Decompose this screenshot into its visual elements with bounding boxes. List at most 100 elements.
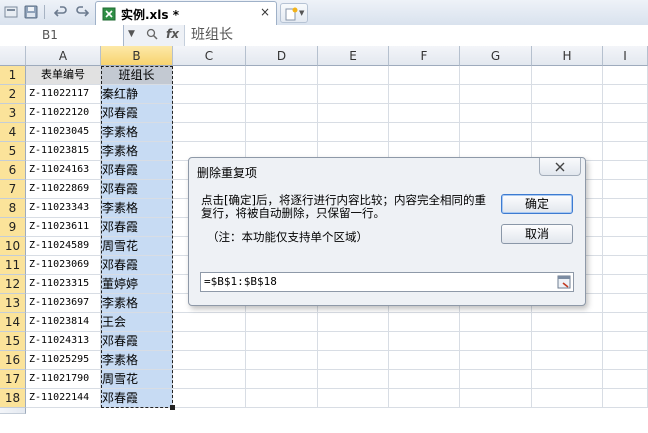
empty-cell[interactable]: [603, 104, 648, 123]
dialog-close-button[interactable]: [539, 158, 581, 176]
empty-cell[interactable]: [318, 85, 389, 104]
row-header[interactable]: 9: [0, 218, 26, 237]
cell-b[interactable]: 邓春霞: [101, 104, 173, 123]
empty-cell[interactable]: [603, 332, 648, 351]
cell-a[interactable]: Z-11023697: [26, 294, 101, 313]
close-icon[interactable]: ×: [260, 5, 270, 19]
cell-b[interactable]: 邓春霞: [101, 161, 173, 180]
cell-a[interactable]: Z-11022869: [26, 180, 101, 199]
empty-cell[interactable]: [318, 104, 389, 123]
empty-cell[interactable]: [318, 351, 389, 370]
empty-cell[interactable]: [603, 66, 648, 85]
cell-a[interactable]: Z-11024589: [26, 237, 101, 256]
row-header[interactable]: 6: [0, 161, 26, 180]
fill-handle[interactable]: [170, 405, 175, 410]
empty-cell[interactable]: [246, 123, 318, 142]
cell-b[interactable]: 班组长: [101, 66, 173, 85]
zoom-icon[interactable]: [146, 28, 158, 43]
cancel-button[interactable]: 取消: [501, 224, 573, 244]
empty-cell[interactable]: [603, 85, 648, 104]
cell-b[interactable]: 邓春霞: [101, 256, 173, 275]
cell-b[interactable]: 秦红静: [101, 85, 173, 104]
row-header[interactable]: 11: [0, 256, 26, 275]
cell-b[interactable]: 邓春霞: [101, 332, 173, 351]
empty-cell[interactable]: [603, 142, 648, 161]
cell-a[interactable]: Z-11022120: [26, 104, 101, 123]
empty-cell[interactable]: [246, 389, 318, 408]
empty-cell[interactable]: [246, 351, 318, 370]
select-all-corner[interactable]: [0, 46, 26, 66]
row-header[interactable]: 16: [0, 351, 26, 370]
cell-a[interactable]: Z-11023069: [26, 256, 101, 275]
row-header[interactable]: 8: [0, 199, 26, 218]
empty-cell[interactable]: [389, 313, 460, 332]
empty-cell[interactable]: [389, 104, 460, 123]
new-tab-button[interactable]: ▼: [280, 3, 308, 23]
empty-cell[interactable]: [460, 313, 532, 332]
row-header[interactable]: 17: [0, 370, 26, 389]
empty-cell[interactable]: [603, 180, 648, 199]
empty-cell[interactable]: [603, 199, 648, 218]
empty-cell[interactable]: [318, 370, 389, 389]
empty-cell[interactable]: [246, 85, 318, 104]
empty-cell[interactable]: [389, 85, 460, 104]
empty-cell[interactable]: [603, 370, 648, 389]
empty-cell[interactable]: [246, 370, 318, 389]
empty-cell[interactable]: [603, 256, 648, 275]
undo-icon[interactable]: [52, 3, 70, 21]
row-header[interactable]: 15: [0, 332, 26, 351]
empty-cell[interactable]: [173, 104, 246, 123]
column-header-e[interactable]: E: [318, 46, 389, 66]
redo-icon[interactable]: [73, 3, 91, 21]
row-header[interactable]: 3: [0, 104, 26, 123]
cell-b[interactable]: 邓春霞: [101, 218, 173, 237]
cell-b[interactable]: 李素格: [101, 351, 173, 370]
cell-a[interactable]: Z-11025295: [26, 351, 101, 370]
empty-cell[interactable]: [389, 351, 460, 370]
empty-cell[interactable]: [603, 237, 648, 256]
empty-cell[interactable]: [246, 104, 318, 123]
cell-a[interactable]: Z-11023815: [26, 142, 101, 161]
empty-cell[interactable]: [603, 313, 648, 332]
empty-cell[interactable]: [173, 332, 246, 351]
empty-cell[interactable]: [532, 313, 603, 332]
row-header[interactable]: 10: [0, 237, 26, 256]
app-menu-icon[interactable]: [2, 3, 20, 21]
cell-b[interactable]: 周雪花: [101, 237, 173, 256]
empty-cell[interactable]: [460, 389, 532, 408]
row-header[interactable]: 18: [0, 389, 26, 408]
cell-a[interactable]: Z-11023611: [26, 218, 101, 237]
empty-cell[interactable]: [603, 218, 648, 237]
save-icon[interactable]: [22, 3, 40, 21]
fx-icon[interactable]: fx: [166, 27, 179, 41]
empty-cell[interactable]: [318, 66, 389, 85]
cell-a[interactable]: Z-11021790: [26, 370, 101, 389]
cell-a[interactable]: 表单编号: [26, 66, 101, 85]
column-header-f[interactable]: F: [389, 46, 460, 66]
empty-cell[interactable]: [173, 313, 246, 332]
cell-a[interactable]: Z-11023045: [26, 123, 101, 142]
empty-cell[interactable]: [389, 370, 460, 389]
empty-cell[interactable]: [173, 123, 246, 142]
empty-cell[interactable]: [460, 370, 532, 389]
empty-cell[interactable]: [532, 123, 603, 142]
empty-cell[interactable]: [532, 104, 603, 123]
empty-cell[interactable]: [460, 66, 532, 85]
column-header-c[interactable]: C: [173, 46, 246, 66]
cell-b[interactable]: 李素格: [101, 142, 173, 161]
empty-cell[interactable]: [173, 66, 246, 85]
empty-cell[interactable]: [532, 351, 603, 370]
empty-cell[interactable]: [173, 389, 246, 408]
empty-cell[interactable]: [460, 332, 532, 351]
row-header[interactable]: 1: [0, 66, 26, 85]
row-header[interactable]: 4: [0, 123, 26, 142]
cell-b[interactable]: 邓春霞: [101, 389, 173, 408]
cell-a[interactable]: Z-11024163: [26, 161, 101, 180]
empty-cell[interactable]: [460, 351, 532, 370]
empty-cell[interactable]: [389, 389, 460, 408]
column-header-b[interactable]: B: [101, 46, 173, 66]
range-picker-icon[interactable]: [556, 274, 572, 290]
name-box-dropdown-icon[interactable]: ▼: [128, 29, 135, 39]
row-header[interactable]: [0, 408, 26, 414]
empty-cell[interactable]: [173, 351, 246, 370]
